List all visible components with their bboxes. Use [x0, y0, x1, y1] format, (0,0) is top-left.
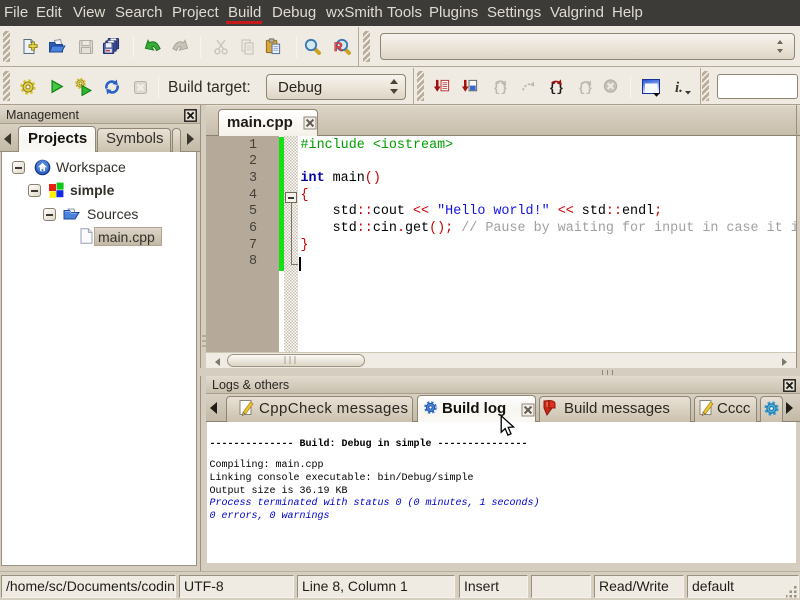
svg-text:{}: {} [549, 81, 564, 95]
svg-text:i.: i. [675, 80, 683, 96]
svg-text:R: R [334, 40, 343, 54]
